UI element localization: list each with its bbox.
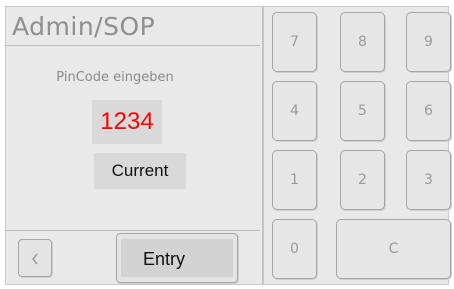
pin-display: 1234 <box>92 100 162 144</box>
entry-button[interactable]: Entry <box>116 233 238 283</box>
touch-screen: Admin/SOP PinCode eingeben 1234 Current … <box>5 6 451 285</box>
key-8[interactable]: 8 <box>340 12 385 72</box>
key-9[interactable]: 9 <box>406 12 451 72</box>
page-title: Admin/SOP <box>12 12 156 41</box>
key-5[interactable]: 5 <box>340 81 385 141</box>
title-divider <box>6 45 260 46</box>
panel-divider <box>262 7 264 284</box>
entry-button-face: Entry <box>121 239 233 277</box>
key-2[interactable]: 2 <box>340 150 385 210</box>
entry-button-label: Entry <box>143 249 186 269</box>
key-4[interactable]: 4 <box>272 81 317 141</box>
footer-divider <box>6 230 260 231</box>
key-1[interactable]: 1 <box>272 150 317 210</box>
key-7[interactable]: 7 <box>272 12 317 72</box>
pin-mode-label: Current <box>111 161 169 180</box>
chevron-left-icon <box>32 253 38 265</box>
key-6[interactable]: 6 <box>406 81 451 141</box>
key-clear[interactable]: C <box>336 219 451 279</box>
key-3[interactable]: 3 <box>406 150 451 210</box>
pin-prompt-label: PinCode eingeben <box>56 70 174 85</box>
pin-panel: Admin/SOP PinCode eingeben 1234 Current … <box>6 7 260 284</box>
pin-value: 1234 <box>100 108 154 135</box>
pin-mode-display: Current <box>94 153 186 189</box>
key-0[interactable]: 0 <box>272 219 317 279</box>
back-button[interactable] <box>18 239 52 277</box>
numeric-keypad: 7 8 9 4 5 6 1 2 3 0 C <box>272 12 451 280</box>
